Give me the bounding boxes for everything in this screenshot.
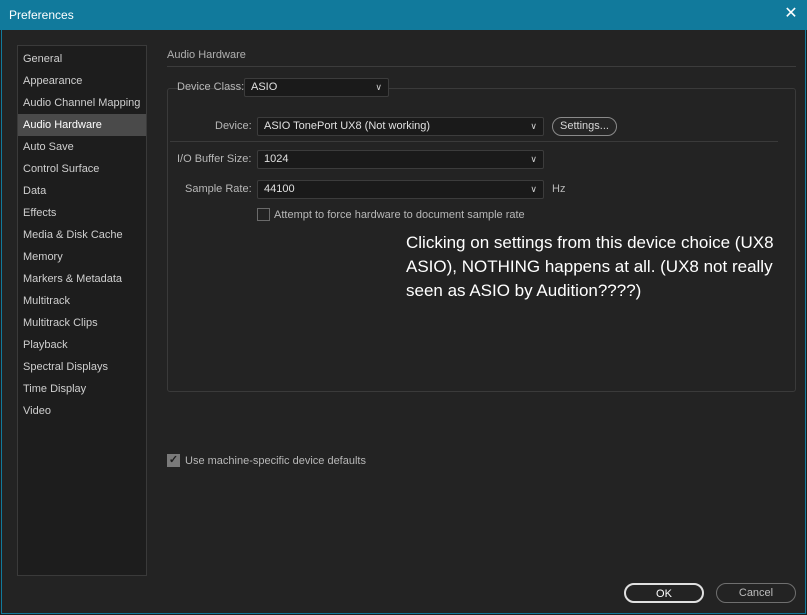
sample-rate-unit: Hz bbox=[552, 183, 566, 195]
machine-defaults-checkbox[interactable]: ✓ bbox=[167, 454, 180, 467]
chevron-down-icon: ∨ bbox=[375, 82, 382, 92]
sidebar-item-data[interactable]: Data bbox=[18, 180, 146, 202]
device-dropdown[interactable]: ASIO TonePort UX8 (Not working) ∨ bbox=[257, 117, 544, 136]
section-title: Audio Hardware bbox=[167, 49, 246, 61]
device-label: Device: bbox=[215, 120, 252, 132]
force-sample-rate-checkbox[interactable] bbox=[257, 208, 270, 221]
chevron-down-icon: ∨ bbox=[530, 121, 537, 131]
window-title: Preferences bbox=[9, 8, 74, 22]
machine-defaults-label: Use machine-specific device defaults bbox=[185, 455, 366, 467]
title-bar: Preferences ✕ bbox=[0, 0, 807, 30]
buffer-size-label: I/O Buffer Size: bbox=[177, 153, 252, 165]
preferences-sidebar: General Appearance Audio Channel Mapping… bbox=[17, 45, 147, 576]
device-value: ASIO TonePort UX8 (Not working) bbox=[264, 120, 431, 132]
buffer-size-dropdown[interactable]: 1024 ∨ bbox=[257, 150, 544, 169]
close-icon[interactable]: ✕ bbox=[781, 4, 801, 24]
sidebar-item-audio-channel-mapping[interactable]: Audio Channel Mapping bbox=[18, 92, 146, 114]
sidebar-item-spectral-displays[interactable]: Spectral Displays bbox=[18, 356, 146, 378]
device-class-label: Device Class: bbox=[177, 81, 245, 93]
group-divider bbox=[170, 141, 778, 142]
sidebar-item-control-surface[interactable]: Control Surface bbox=[18, 158, 146, 180]
sidebar-item-auto-save[interactable]: Auto Save bbox=[18, 136, 146, 158]
section-divider bbox=[167, 66, 796, 67]
force-sample-rate-label: Attempt to force hardware to document sa… bbox=[274, 209, 525, 221]
sidebar-item-effects[interactable]: Effects bbox=[18, 202, 146, 224]
chevron-down-icon: ∨ bbox=[530, 184, 537, 194]
sidebar-item-media-disk-cache[interactable]: Media & Disk Cache bbox=[18, 224, 146, 246]
sample-rate-dropdown[interactable]: 44100 ∨ bbox=[257, 180, 544, 199]
checkmark-icon: ✓ bbox=[168, 454, 179, 466]
annotation-text: Clicking on settings from this device ch… bbox=[406, 233, 774, 300]
sidebar-item-general[interactable]: General bbox=[18, 48, 146, 70]
sample-rate-label: Sample Rate: bbox=[185, 183, 252, 195]
sidebar-item-video[interactable]: Video bbox=[18, 400, 146, 422]
cancel-button[interactable]: Cancel bbox=[716, 583, 796, 603]
device-class-dropdown[interactable]: ASIO ∨ bbox=[244, 78, 389, 97]
chevron-down-icon: ∨ bbox=[530, 154, 537, 164]
buffer-size-value: 1024 bbox=[264, 153, 289, 165]
device-class-value: ASIO bbox=[251, 81, 278, 93]
sidebar-item-playback[interactable]: Playback bbox=[18, 334, 146, 356]
sidebar-item-memory[interactable]: Memory bbox=[18, 246, 146, 268]
sidebar-item-markers-metadata[interactable]: Markers & Metadata bbox=[18, 268, 146, 290]
settings-button[interactable]: Settings... bbox=[552, 117, 617, 136]
sidebar-item-audio-hardware[interactable]: Audio Hardware bbox=[18, 114, 146, 136]
sidebar-item-multitrack[interactable]: Multitrack bbox=[18, 290, 146, 312]
sidebar-item-time-display[interactable]: Time Display bbox=[18, 378, 146, 400]
sidebar-item-multitrack-clips[interactable]: Multitrack Clips bbox=[18, 312, 146, 334]
ok-button[interactable]: OK bbox=[624, 583, 704, 603]
sample-rate-value: 44100 bbox=[264, 183, 295, 195]
sidebar-item-appearance[interactable]: Appearance bbox=[18, 70, 146, 92]
